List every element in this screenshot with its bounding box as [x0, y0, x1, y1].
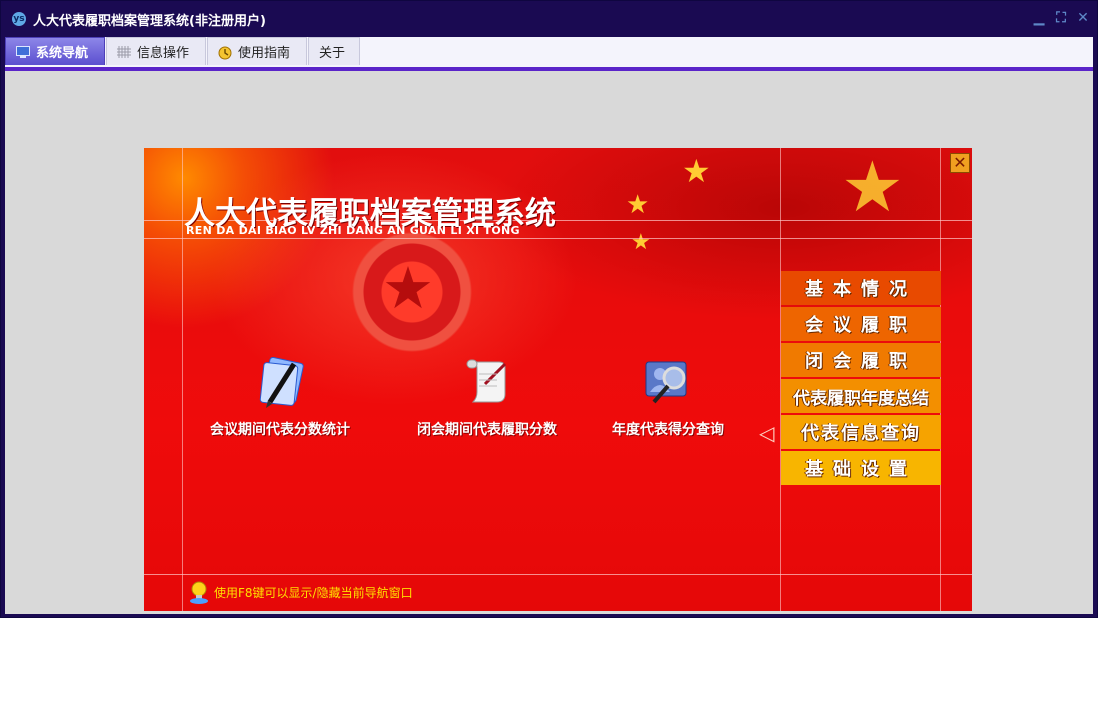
- app-logo-icon: ys: [12, 12, 26, 26]
- banner-close-button[interactable]: ✕: [950, 153, 970, 173]
- navigation-banner: ★ ★ ★ ★ ★ 人大代表履职档案管理系统 REN DA DAI BIAO L…: [144, 148, 972, 611]
- grid-icon: [117, 45, 131, 58]
- monitor-icon: [16, 45, 30, 58]
- menu-basic-info[interactable]: 基本情况: [781, 271, 941, 305]
- menu-recess-duty[interactable]: 闭会履职: [781, 343, 941, 377]
- divider: [144, 238, 972, 239]
- divider: [182, 148, 183, 611]
- recess-score-button[interactable]: 闭会期间代表履职分数: [402, 354, 572, 439]
- function-label: 年度代表得分查询: [612, 422, 724, 438]
- close-icon[interactable]: ✕: [1075, 10, 1091, 26]
- tab-user-guide[interactable]: 使用指南: [207, 37, 307, 65]
- restore-icon[interactable]: ⛶: [1053, 10, 1069, 26]
- work-area: ★ ★ ★ ★ ★ 人大代表履职档案管理系统 REN DA DAI BIAO L…: [5, 71, 1093, 614]
- side-menu: 基本情况 会议履职 闭会履职 代表履职年度总结 代表信息查询 基础设置: [781, 271, 941, 487]
- tab-info-operation[interactable]: 信息操作: [106, 37, 206, 65]
- main-window: ys 人大代表履职档案管理系统(非注册用户) ▁ ⛶ ✕ 系统导航 信息操作 使…: [0, 0, 1098, 618]
- window-title: 人大代表履职档案管理系统(非注册用户): [33, 13, 266, 29]
- pen-document-icon: [250, 354, 310, 410]
- hint-bar: 使用F8键可以显示/隐藏当前导航窗口: [188, 580, 413, 604]
- tab-label: 系统导航: [36, 46, 89, 61]
- star-icon: ★: [626, 190, 650, 220]
- tab-label: 关于: [319, 46, 346, 61]
- menu-bar: 系统导航 信息操作 使用指南 关于: [5, 37, 1093, 67]
- menu-meeting-duty[interactable]: 会议履职: [781, 307, 941, 341]
- user-search-icon: [638, 354, 698, 410]
- tab-about[interactable]: 关于: [308, 37, 360, 65]
- star-icon: ★: [382, 254, 434, 322]
- menu-deputy-query[interactable]: 代表信息查询: [781, 415, 941, 449]
- menu-basic-settings[interactable]: 基础设置: [781, 451, 941, 485]
- star-icon: ★: [682, 152, 711, 190]
- scroll-icon: [457, 354, 517, 410]
- menu-annual-summary[interactable]: 代表履职年度总结: [781, 379, 941, 413]
- star-icon: ★: [631, 230, 651, 255]
- annual-score-query-button[interactable]: 年度代表得分查询: [600, 354, 736, 439]
- minimize-icon[interactable]: ▁: [1031, 10, 1047, 26]
- function-label: 会议期间代表分数统计: [210, 422, 350, 438]
- window-controls: ▁ ⛶ ✕: [1031, 10, 1091, 26]
- tab-label: 信息操作: [137, 46, 190, 61]
- meeting-score-stats-button[interactable]: 会议期间代表分数统计: [200, 354, 360, 439]
- collapse-arrow-icon[interactable]: ◁: [759, 421, 774, 445]
- divider: [144, 574, 972, 575]
- tab-label: 使用指南: [238, 46, 291, 61]
- system-subtitle: REN DA DAI BIAO LV ZHI DANG AN GUAN LI X…: [186, 224, 520, 237]
- function-label: 闭会期间代表履职分数: [417, 422, 557, 438]
- hint-text: 使用F8键可以显示/隐藏当前导航窗口: [214, 585, 413, 600]
- clock-icon: [218, 46, 232, 59]
- star-icon: ★: [841, 148, 904, 228]
- tab-system-navigation[interactable]: 系统导航: [5, 37, 105, 65]
- title-bar: ys 人大代表履职档案管理系统(非注册用户) ▁ ⛶ ✕: [1, 1, 1097, 37]
- lightbulb-icon: [188, 580, 210, 604]
